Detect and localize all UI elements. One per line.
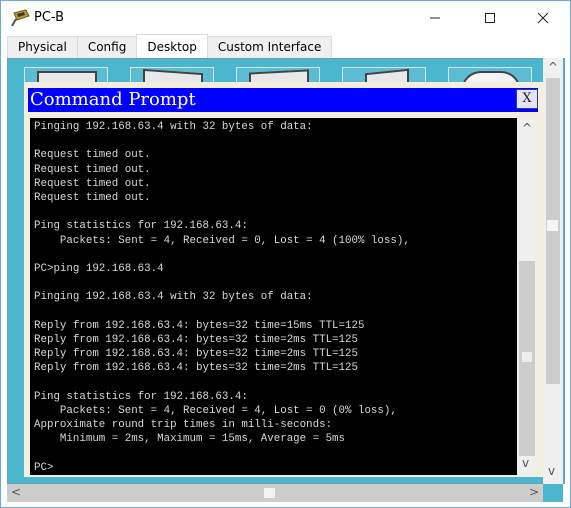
minimize-button[interactable] [412,1,458,35]
terminal-line: PC>ping 192.168.63.4 [34,262,164,275]
terminal-line: Request timed out. [34,177,151,190]
terminal-vertical-scrollbar[interactable]: ^ v [518,118,536,475]
scroll-down-icon[interactable]: v [522,456,529,470]
terminal-line: Reply from 192.168.63.4: bytes=32 time=2… [34,333,358,346]
maximize-icon [485,13,495,23]
terminal-line: Request timed out. [34,191,151,204]
scroll-right-icon[interactable]: > [529,485,539,499]
scrollbar-corner [543,484,563,502]
desktop-horizontal-scrollbar[interactable]: < > [7,484,543,502]
command-prompt-close-button[interactable]: X [516,89,538,109]
desktop-vertical-scrollbar[interactable]: ^ v [543,58,563,484]
terminal-line: Reply from 192.168.63.4: bytes=32 time=2… [34,348,358,360]
window-title: PC-B [34,10,65,25]
scroll-left-icon[interactable]: < [11,485,21,499]
scroll-thumb[interactable] [546,78,560,384]
scroll-grip[interactable] [522,352,532,362]
terminal-output[interactable]: Pinging 192.168.63.4 with 32 bytes of da… [30,118,517,475]
title-bar: PC-B [1,1,570,35]
command-prompt-title: Command Prompt [30,89,196,110]
pc-b-window: PC-B Physical Config Desktop Custom Inte… [0,0,571,508]
terminal-line: Reply from 192.168.63.4: bytes=32 time=2… [34,362,358,375]
command-prompt-title-bar: Command Prompt X [28,88,538,112]
command-prompt-window: Command Prompt X Pinging 192.168.63.4 wi… [24,82,543,477]
scroll-down-icon[interactable]: v [548,464,555,478]
tab-physical[interactable]: Physical [7,36,78,58]
scroll-up-icon[interactable]: ^ [522,121,532,135]
terminal-line: Pinging 192.168.63.4 with 32 bytes of da… [34,291,313,304]
terminal-line: Packets: Sent = 4, Received = 4, Lost = … [34,404,397,417]
terminal-line: Ping statistics for 192.168.63.4: [34,220,248,233]
scroll-up-icon[interactable]: ^ [548,60,558,74]
tab-bar: Physical Config Desktop Custom Interface [7,34,333,58]
terminal-line: Minimum = 2ms, Maximum = 15ms, Average =… [34,433,346,446]
terminal-line: PC> [34,461,54,474]
terminal-line: Packets: Sent = 4, Received = 0, Lost = … [34,234,410,247]
scroll-grip[interactable] [264,488,275,498]
close-button[interactable] [520,1,566,35]
minimize-icon [430,17,440,19]
close-icon [537,12,549,24]
terminal-line: Request timed out. [34,163,151,176]
terminal-line: Ping statistics for 192.168.63.4: [34,390,248,403]
scroll-grip[interactable] [547,220,558,231]
tab-desktop[interactable]: Desktop [136,34,208,57]
maximize-button[interactable] [467,1,513,35]
terminal-line: Reply from 192.168.63.4: bytes=32 time=1… [34,319,365,332]
terminal-lines: Pinging 192.168.63.4 with 32 bytes of da… [34,120,410,475]
terminal-line: Pinging 192.168.63.4 with 32 bytes of da… [34,121,313,133]
packet-tracer-pc-icon [10,9,30,27]
terminal-line: Approximate round trip times in milli-se… [34,418,333,431]
terminal-line: Request timed out. [34,149,151,162]
tab-custom-interface[interactable]: Custom Interface [206,36,333,58]
tab-config[interactable]: Config [76,36,138,58]
